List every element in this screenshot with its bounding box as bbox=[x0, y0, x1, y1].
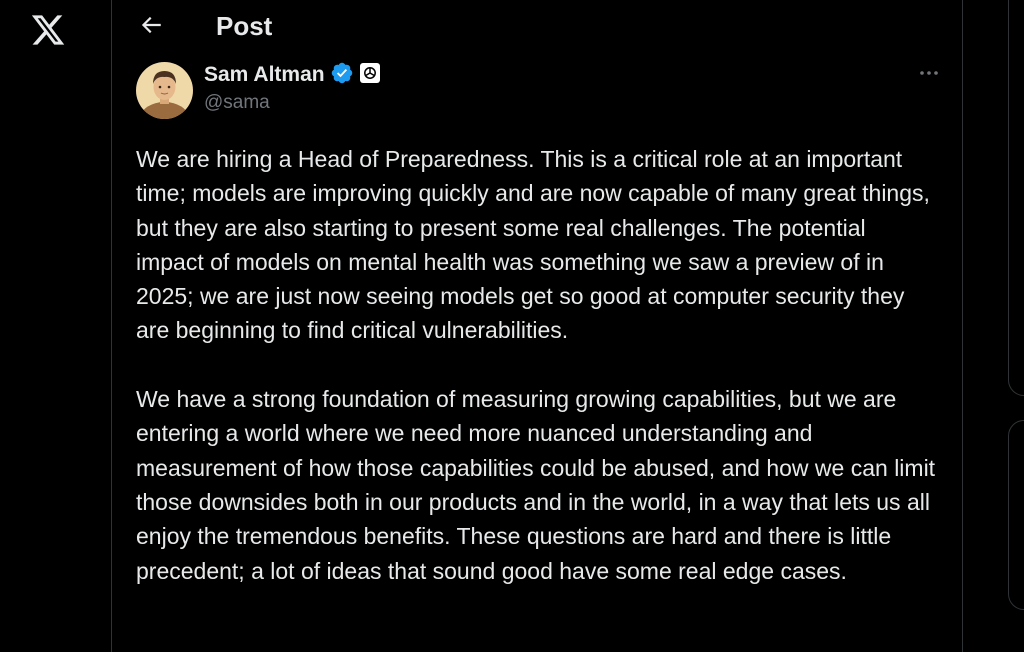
verified-badge-icon[interactable] bbox=[330, 61, 354, 90]
more-options-button[interactable] bbox=[912, 62, 946, 88]
post-paragraph: We have a strong foundation of measuring… bbox=[136, 386, 936, 584]
author-handle[interactable]: @sama bbox=[204, 92, 270, 114]
post-paragraph: We are hiring a Head of Preparedness. Th… bbox=[136, 146, 930, 344]
right-sidebar bbox=[964, 0, 1024, 652]
author-name-row: Sam Altman bbox=[204, 62, 381, 88]
author-display-name[interactable]: Sam Altman bbox=[204, 63, 325, 87]
avatar[interactable] bbox=[136, 62, 193, 119]
left-nav bbox=[0, 0, 111, 652]
more-horizontal-icon bbox=[917, 61, 941, 90]
sidebar-card[interactable] bbox=[1008, 0, 1024, 396]
main-column: Post Sam Altman @sama We are hiring a He… bbox=[111, 0, 963, 652]
post-text: We are hiring a Head of Preparedness. Th… bbox=[136, 142, 936, 588]
arrow-left-icon bbox=[138, 12, 164, 43]
page-title: Post bbox=[216, 11, 273, 41]
openai-affiliate-icon[interactable] bbox=[359, 62, 381, 89]
sidebar-card[interactable] bbox=[1008, 420, 1024, 610]
x-logo-icon[interactable] bbox=[30, 12, 66, 48]
back-button[interactable] bbox=[134, 10, 168, 44]
